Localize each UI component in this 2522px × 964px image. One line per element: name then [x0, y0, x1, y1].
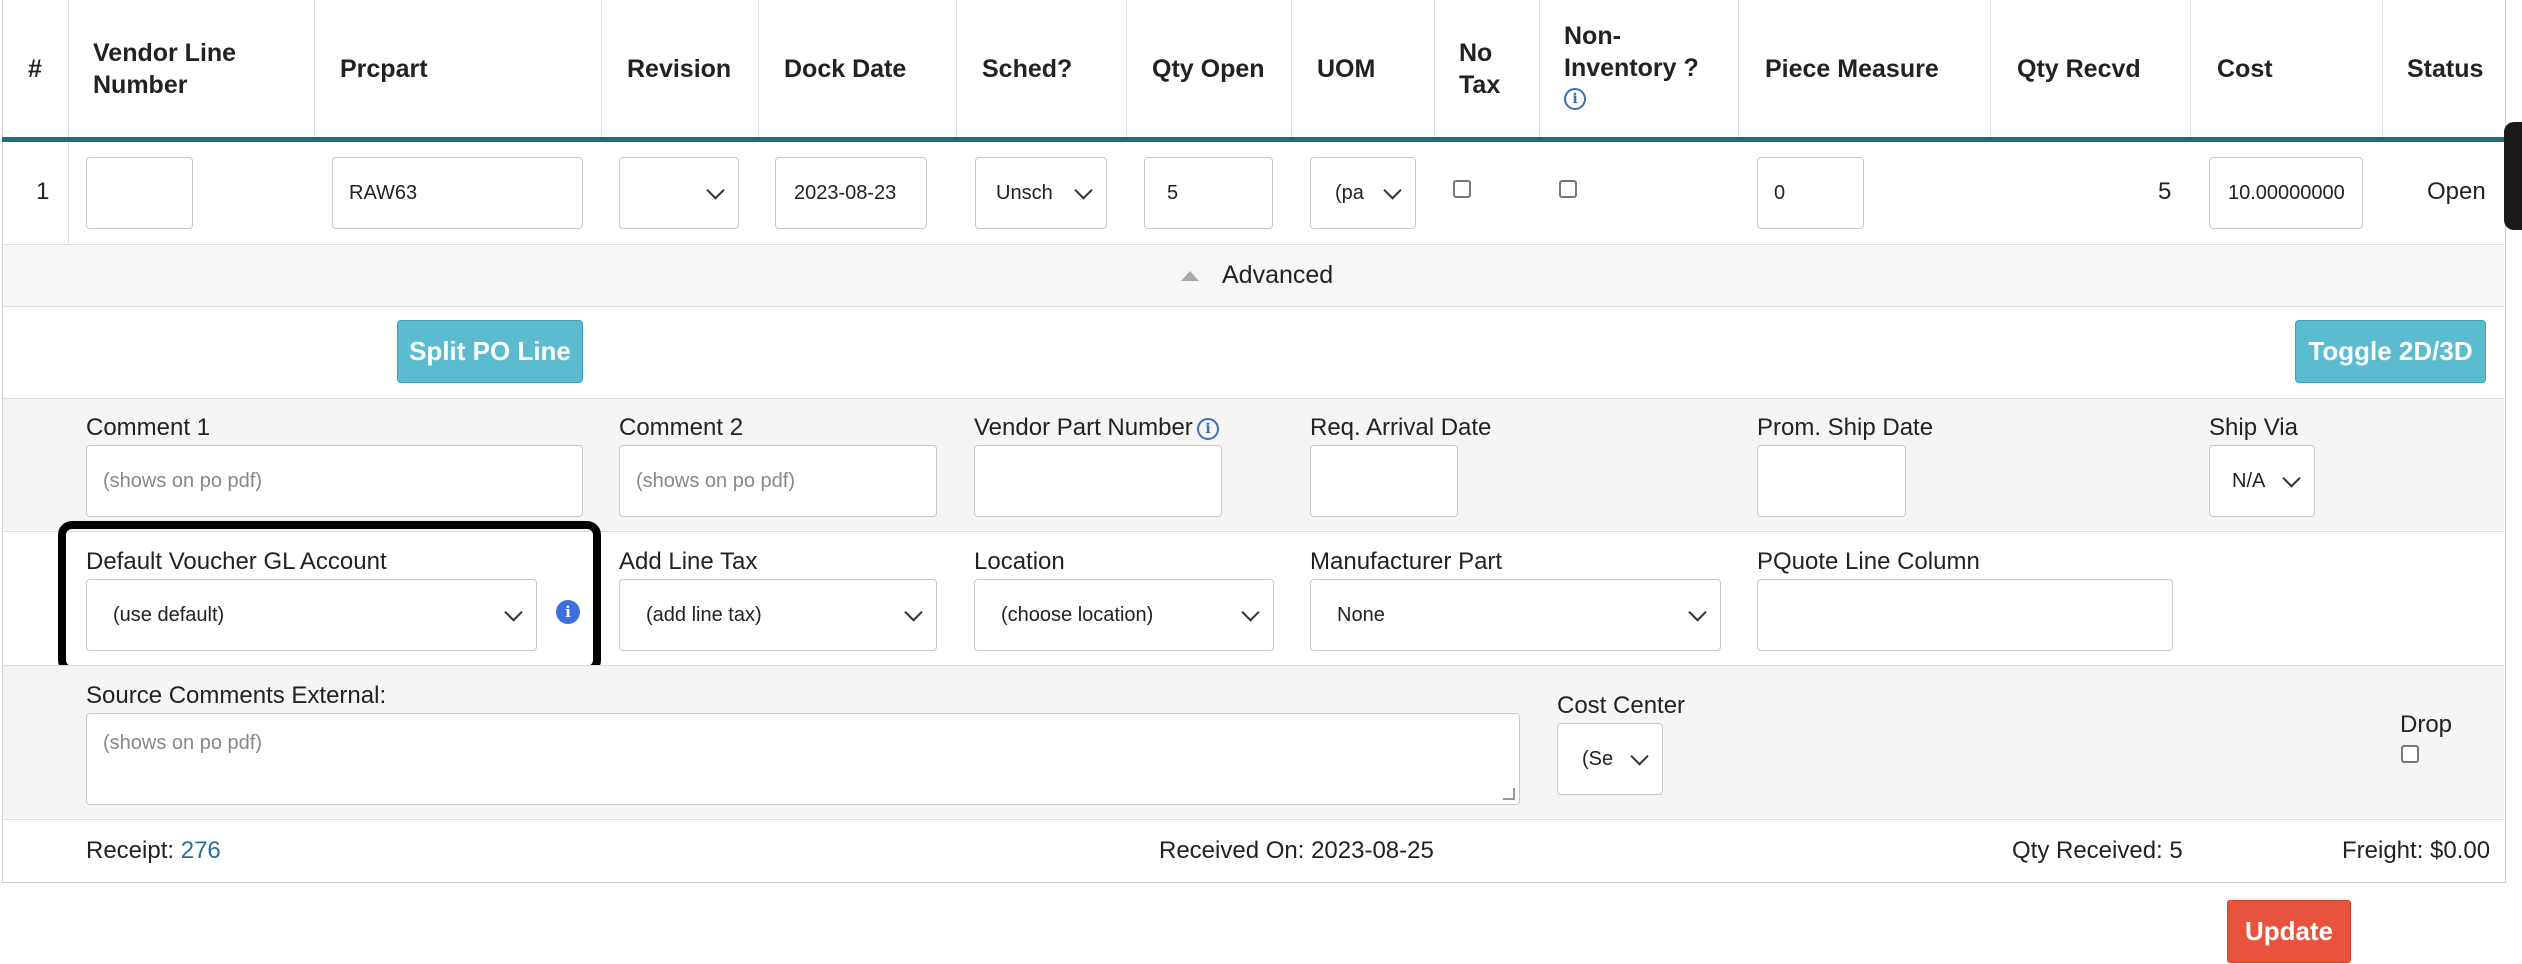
header-vendor-line-number: Vendor Line Number [68, 0, 314, 138]
vendor-line-number-input[interactable] [86, 157, 193, 229]
header-non-inventory: Non-Inventory ? i [1539, 0, 1738, 138]
prom-ship-date-label: Prom. Ship Date [1757, 414, 1934, 441]
comment2-label: Comment 2 [619, 414, 744, 441]
buttons-row [3, 306, 2504, 398]
sched-select[interactable]: Unsch [975, 157, 1107, 229]
vendor-part-number-info-icon[interactable]: i [1197, 418, 1219, 440]
pquote-line-column-label: PQuote Line Column [1757, 548, 1980, 575]
header-sched: Sched? [956, 0, 1126, 138]
chevron-down-icon [706, 181, 725, 200]
row-cell [68, 142, 69, 244]
header-uom: UOM [1291, 0, 1434, 138]
advanced-label: Advanced [1222, 261, 1334, 289]
advanced-toggle-row[interactable]: Advanced [3, 244, 2504, 306]
chevron-down-icon [1241, 603, 1260, 622]
location-select[interactable]: (choose location) [974, 579, 1274, 651]
header-index: # [28, 55, 42, 83]
cost-input[interactable]: 10.00000000 [2209, 157, 2363, 229]
cost-center-label: Cost Center [1557, 692, 1686, 719]
update-button[interactable]: Update [2227, 900, 2351, 963]
non-inventory-info-icon[interactable]: i [1564, 88, 1586, 110]
header-piece-measure: Piece Measure [1738, 0, 1990, 138]
drop-checkbox[interactable] [2401, 745, 2419, 763]
dock-date-input[interactable]: 2023-08-23 [775, 157, 927, 229]
req-arrival-date-label: Req. Arrival Date [1310, 414, 1492, 441]
header-no-tax: No Tax [1434, 0, 1539, 138]
piece-measure-input[interactable]: 0 [1757, 157, 1864, 229]
chevron-down-icon [1074, 181, 1093, 200]
chevron-down-icon [2282, 469, 2301, 488]
vendor-part-number-label: Vendor Part Number [974, 414, 1193, 441]
prom-ship-date-input[interactable] [1757, 445, 1906, 517]
header-prcpart: Prcpart [314, 0, 601, 138]
drop-label: Drop [2400, 711, 2453, 738]
comment2-input[interactable]: (shows on po pdf) [619, 445, 937, 517]
header-status: Status [2382, 0, 2504, 138]
default-voucher-gl-select[interactable]: (use default) [86, 579, 537, 651]
toggle-2d3d-button[interactable]: Toggle 2D/3D [2295, 320, 2486, 383]
location-label: Location [974, 548, 1065, 575]
header-rule [2, 137, 2504, 142]
manufacturer-part-label: Manufacturer Part [1310, 548, 1503, 575]
ship-via-select[interactable]: N/A [2209, 445, 2315, 517]
default-voucher-gl-info-icon[interactable]: i [556, 600, 580, 624]
uom-select[interactable]: (pa [1310, 157, 1416, 229]
split-po-line-button[interactable]: Split PO Line [397, 320, 583, 383]
qty-recvd-value: 5 [2158, 178, 2172, 205]
header-revision: Revision [601, 0, 758, 138]
pquote-line-column-input[interactable] [1757, 579, 2173, 651]
chevron-down-icon [504, 603, 523, 622]
vendor-part-number-input[interactable] [974, 445, 1222, 517]
add-line-tax-label: Add Line Tax [619, 548, 758, 575]
status-value: Open [2427, 178, 2486, 205]
header-cost: Cost [2190, 0, 2382, 138]
chevron-down-icon [1688, 603, 1707, 622]
comment1-input[interactable]: (shows on po pdf) [86, 445, 583, 517]
source-comments-external-label: Source Comments External: [86, 682, 387, 709]
chevron-down-icon [1630, 747, 1649, 766]
manufacturer-part-select[interactable]: None [1310, 579, 1721, 651]
default-voucher-gl-label: Default Voucher GL Account [86, 548, 387, 575]
row-index: 1 [36, 178, 50, 205]
ship-via-label: Ship Via [2209, 414, 2298, 441]
qty-open-input[interactable]: 5 [1144, 157, 1273, 229]
header-qty-recvd: Qty Recvd [1990, 0, 2190, 138]
prcpart-input[interactable]: RAW63 [332, 157, 583, 229]
chevron-down-icon [904, 603, 923, 622]
add-line-tax-select[interactable]: (add line tax) [619, 579, 937, 651]
revision-select[interactable] [619, 157, 739, 229]
comment1-label: Comment 1 [86, 414, 211, 441]
resize-handle-icon[interactable] [1503, 788, 1515, 800]
non-inventory-checkbox[interactable] [1559, 180, 1577, 198]
chevron-down-icon [1383, 181, 1402, 200]
no-tax-checkbox[interactable] [1453, 180, 1471, 198]
receipt-link[interactable]: 276 [181, 837, 221, 864]
req-arrival-date-input[interactable] [1310, 445, 1458, 517]
header-dock-date: Dock Date [758, 0, 956, 138]
triangle-up-icon [1181, 271, 1199, 281]
freight: Freight: $0.00 [2342, 837, 2491, 864]
received-on: Received On: 2023-08-25 [1159, 837, 1434, 864]
cost-center-select[interactable]: (Se [1557, 723, 1663, 795]
qty-received: Qty Received: 5 [2012, 837, 2183, 864]
source-comments-external-textarea[interactable]: (shows on po pdf) [86, 713, 1520, 805]
header-qty-open: Qty Open [1126, 0, 1291, 138]
right-edge-tab[interactable] [2504, 122, 2522, 230]
receipt-info: Receipt: 276 [86, 837, 221, 864]
